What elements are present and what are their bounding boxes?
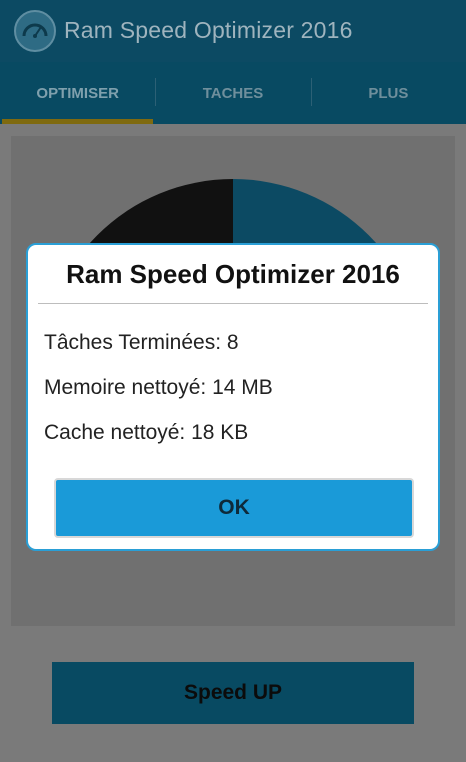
tab-optimiser[interactable]: OPTIMISER <box>0 62 155 124</box>
dialog-title: Ram Speed Optimizer 2016 <box>66 259 400 289</box>
speed-up-button[interactable]: Speed UP <box>52 662 414 724</box>
memory-cleaned-text: Memoire nettoyé: 14 MB <box>44 376 273 399</box>
tab-bar: OPTIMISER TACHES PLUS <box>0 62 466 124</box>
app-bar: Ram Speed Optimizer 2016 <box>0 0 466 62</box>
app-title: Ram Speed Optimizer 2016 <box>64 17 353 43</box>
ok-button[interactable]: OK <box>54 478 414 538</box>
dialog-divider <box>38 303 428 304</box>
results-dialog: Ram Speed Optimizer 2016 Tâches Terminée… <box>26 243 440 551</box>
tasks-terminated-text: Tâches Terminées: 8 <box>44 331 239 354</box>
tab-plus[interactable]: PLUS <box>310 62 466 124</box>
speedometer-icon <box>14 10 56 52</box>
cache-cleaned-text: Cache nettoyé: 18 KB <box>44 421 249 444</box>
tab-taches[interactable]: TACHES <box>155 62 310 124</box>
